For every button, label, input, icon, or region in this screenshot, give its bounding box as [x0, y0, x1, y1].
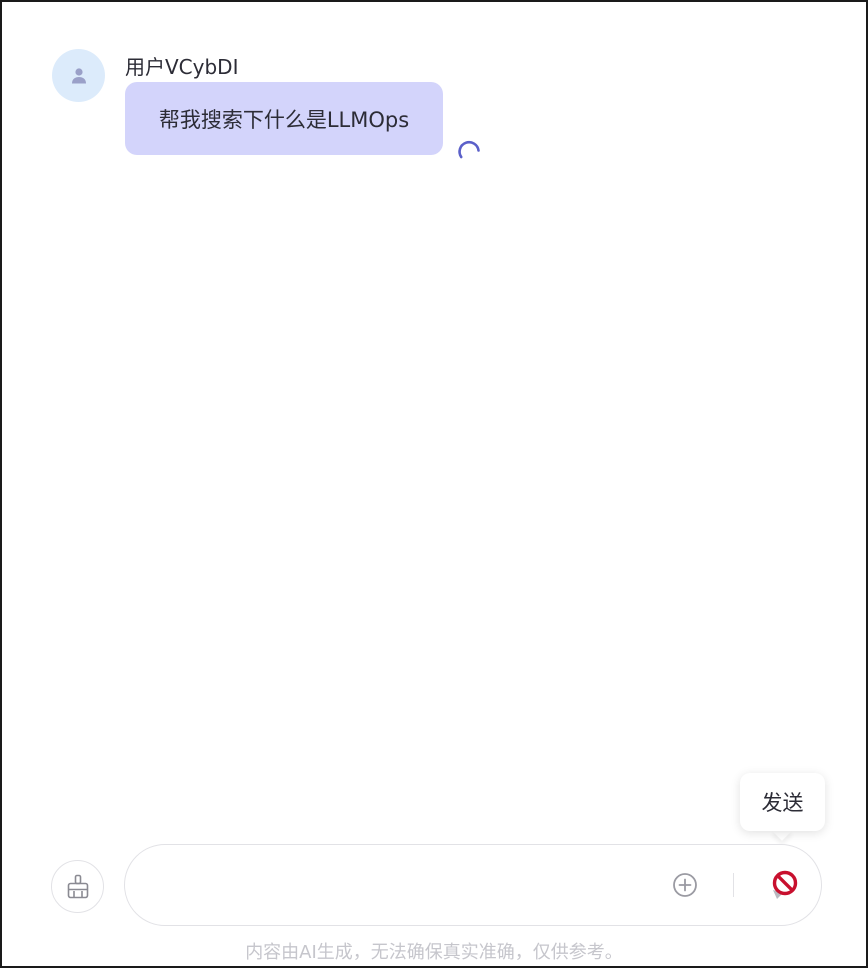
broom-icon	[67, 874, 88, 898]
user-message-text: 帮我搜索下什么是LLMOps	[158, 107, 410, 132]
send-button[interactable]	[767, 868, 801, 902]
message-username: 用户VCybDI	[125, 55, 239, 79]
ai-disclaimer: 内容由AI生成，无法确保真实准确，仅供参考。	[245, 942, 623, 963]
user-message-bubble: 帮我搜索下什么是LLMOps	[125, 82, 443, 155]
send-tooltip: 发送	[740, 773, 825, 831]
clear-chat-button[interactable]	[51, 860, 104, 913]
user-avatar	[52, 49, 105, 102]
user-icon	[71, 67, 86, 83]
attach-button[interactable]	[671, 871, 699, 899]
loading-spinner-icon	[458, 140, 480, 159]
send-tooltip-label: 发送	[761, 791, 804, 815]
input-divider	[733, 873, 734, 897]
plus-circle-icon	[673, 873, 697, 897]
chat-input[interactable]	[150, 866, 654, 906]
send-not-allowed-icon	[772, 870, 798, 899]
not-allowed-icon	[772, 870, 798, 896]
